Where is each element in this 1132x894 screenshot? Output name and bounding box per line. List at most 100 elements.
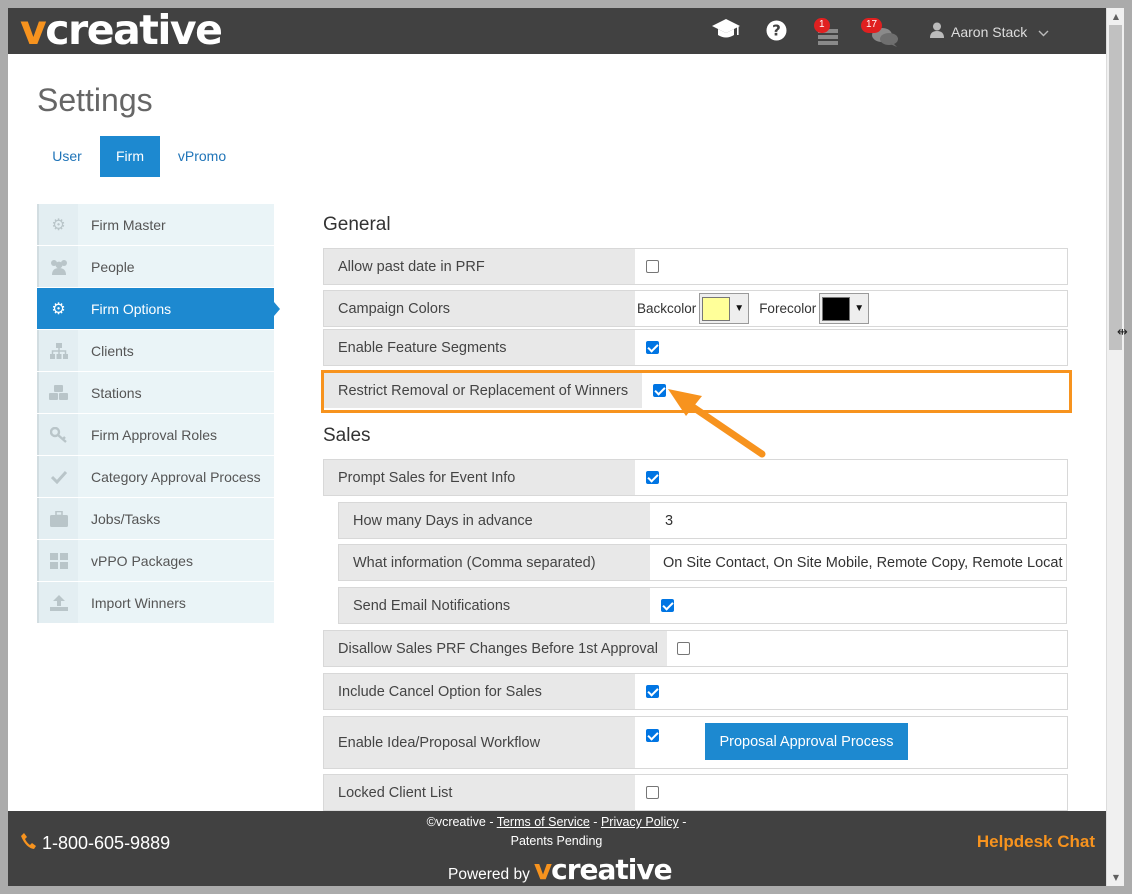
phone-number[interactable]: 1-800-605-9889 [21,833,170,854]
setting-row-days-in-advance: How many Days in advance 3 [338,502,1067,539]
legal-links: ©vcreative - Terms of Service - Privacy … [404,813,709,851]
send-email-checkbox[interactable] [661,599,674,612]
separator: - [589,815,601,829]
sidebar-item-label: Firm Options [91,300,172,317]
dropdown-arrow-icon: ▼ [854,303,865,314]
sidebar-item-firm-options[interactable]: ⚙ Firm Options [37,288,280,329]
setting-label: Locked Client List [324,775,635,810]
sidebar-item-category-approval-process[interactable]: Category Approval Process [37,456,274,497]
user-menu[interactable]: Aaron Stack [930,22,1049,41]
cubes-icon [37,372,78,413]
sidebar-item-firm-approval-roles[interactable]: Firm Approval Roles [37,414,274,455]
vcreative-footer-logo: vcreative [533,853,673,886]
setting-row-disallow-changes: Disallow Sales PRF Changes Before 1st Ap… [323,630,1068,667]
footer: 1-800-605-9889 ©vcreative - Terms of Ser… [8,811,1106,886]
sidebar-item-vppo-packages[interactable]: vPPO Packages [37,540,274,581]
sidebar-item-people[interactable]: People [37,246,274,287]
setting-row-include-cancel: Include Cancel Option for Sales [323,673,1068,710]
notifications-badge: 1 [814,18,830,33]
user-name: Aaron Stack [951,23,1028,40]
grid-icon [37,540,78,581]
setting-row-enable-feature-segments: Enable Feature Segments [323,329,1068,366]
locked-client-list-checkbox[interactable] [646,786,659,799]
sidebar-item-jobs-tasks[interactable]: Jobs/Tasks [37,498,274,539]
phone-icon [21,833,36,854]
upload-icon [37,582,78,623]
phone-text: 1-800-605-9889 [42,833,171,853]
check-icon [37,456,78,497]
setting-row-idea-workflow: Enable Idea/Proposal Workflow [323,716,1068,769]
days-in-advance-input[interactable]: 3 [665,503,1066,538]
setting-label: Include Cancel Option for Sales [324,674,635,709]
tab-vpromo[interactable]: vPromo [172,136,232,177]
setting-label: Prompt Sales for Event Info [324,460,635,495]
prompt-sales-checkbox[interactable] [646,471,659,484]
chevron-down-icon [1038,24,1049,40]
setting-row-send-email: Send Email Notifications [338,587,1067,624]
dropdown-arrow-icon: ▼ [734,303,745,314]
vcreative-logo[interactable]: vcreative [20,8,223,54]
setting-label: Allow past date in PRF [324,249,635,284]
sidebar-item-firm-master[interactable]: ⚙ Firm Master [37,204,274,245]
setting-label: Send Email Notifications [339,588,650,623]
allow-past-date-checkbox[interactable] [646,260,659,273]
setting-row-locked-client-list: Locked Client List [323,774,1068,811]
proposal-approval-process-button[interactable]: Proposal Approval Process [705,723,908,760]
what-information-input[interactable]: On Site Contact, On Site Mobile, Remote … [663,545,1066,580]
sidebar-item-label: Clients [91,342,134,359]
help-icon[interactable]: ? [766,20,787,45]
vertical-scrollbar[interactable]: ▲ ▼ [1106,8,1124,886]
top-navigation-bar: vcreative ? 1 17 Aaron Stack [8,8,1106,54]
powered-by: Powered by vcreative [448,853,673,886]
sidebar-item-import-winners[interactable]: Import Winners [37,582,274,623]
gear-icon: ⚙ [37,288,78,329]
settings-sidebar: ⚙ Firm Master People ⚙ Firm Options Clie… [37,204,280,624]
svg-text:?: ? [772,22,781,40]
people-icon [37,246,78,287]
enable-feature-segments-checkbox[interactable] [646,341,659,354]
sidebar-item-stations[interactable]: Stations [37,372,274,413]
separator: - [485,815,497,829]
sidebar-item-label: vPPO Packages [91,552,193,569]
helpdesk-chat-link[interactable]: Helpdesk Chat [977,832,1095,852]
sidebar-item-label: Stations [91,384,142,401]
sidebar-item-label: Firm Approval Roles [91,426,218,443]
sidebar-item-label: Jobs/Tasks [91,510,161,527]
key-icon [37,414,78,455]
scroll-down-arrow-icon[interactable]: ▼ [1107,869,1125,886]
setting-row-allow-past-date: Allow past date in PRF [323,248,1068,285]
setting-label: How many Days in advance [339,503,650,538]
sidebar-item-label: Category Approval Process [91,468,261,485]
sidebar-item-clients[interactable]: Clients [37,330,274,371]
graduation-cap-icon[interactable] [711,17,741,45]
scroll-up-arrow-icon[interactable]: ▲ [1107,8,1125,25]
sidebar-item-label: Firm Master [91,216,166,233]
annotation-arrow-icon [668,389,766,458]
user-icon [930,22,944,41]
setting-row-prompt-sales: Prompt Sales for Event Info [323,459,1068,496]
briefcase-icon [37,498,78,539]
include-cancel-checkbox[interactable] [646,685,659,698]
forecolor-picker[interactable]: ▼ [819,293,870,324]
setting-row-campaign-colors: Campaign Colors Backcolor ▼ Forecolor ▼ [323,290,1068,327]
scrollbar-thumb[interactable] [1109,25,1122,350]
copyright-text: ©vcreative [426,815,486,829]
browser-viewport: vcreative ? 1 17 Aaron Stack Settings Us… [8,8,1106,886]
sitemap-icon [37,330,78,371]
setting-row-what-information: What information (Comma separated) On Si… [338,544,1067,581]
setting-label: What information (Comma separated) [339,545,650,580]
gear-icon: ⚙ [37,204,78,245]
backcolor-picker[interactable]: ▼ [699,293,750,324]
section-title-sales: Sales [323,425,371,446]
idea-workflow-checkbox[interactable] [646,729,659,742]
section-title-general: General [323,214,391,235]
sidebar-item-label: People [91,258,135,275]
tab-firm[interactable]: Firm [100,136,160,177]
disallow-changes-checkbox[interactable] [677,642,690,655]
tab-user[interactable]: User [41,136,93,177]
setting-label: Enable Feature Segments [324,330,635,365]
terms-of-service-link[interactable]: Terms of Service [497,815,590,829]
powered-by-text: Powered by [448,866,530,883]
resize-cursor-icon: ⇹ [1117,325,1128,340]
privacy-policy-link[interactable]: Privacy Policy [601,815,679,829]
